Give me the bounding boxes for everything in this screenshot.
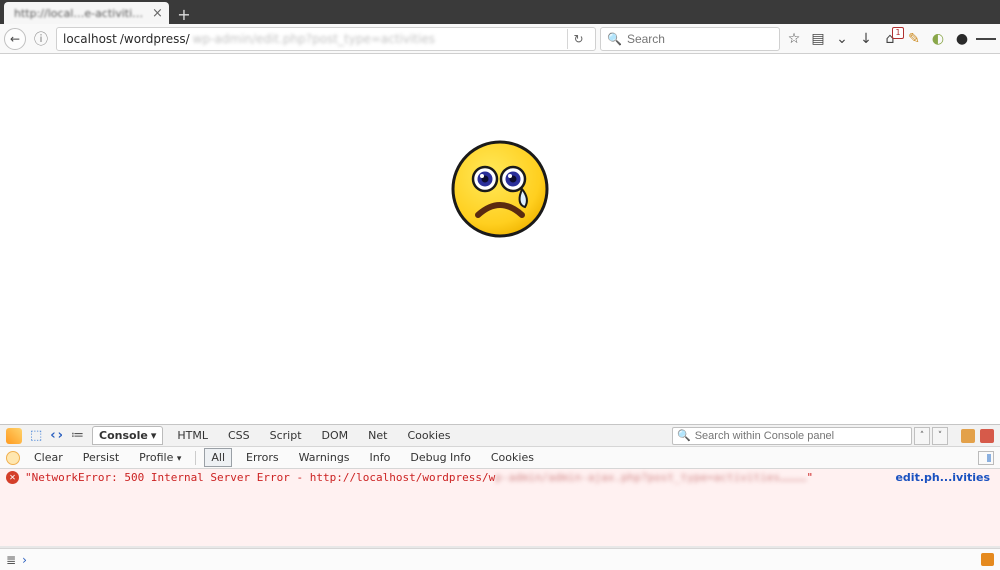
devtools-nav: ‹ › xyxy=(50,428,63,443)
url-rest: wp-admin/edit.php?post_type=activities xyxy=(193,32,435,46)
error-source-link[interactable]: edit.ph...ivities xyxy=(895,471,994,484)
break-on-error-icon[interactable] xyxy=(6,451,20,465)
new-tab-button[interactable]: + xyxy=(173,4,195,24)
page-icon[interactable]: ≣ xyxy=(6,553,16,567)
search-icon: 🔍 xyxy=(677,429,691,442)
browser-search-input[interactable] xyxy=(627,32,773,46)
btn-profile[interactable]: Profile ▾ xyxy=(133,449,187,466)
library-icon[interactable]: ▤ xyxy=(808,29,828,49)
page-content xyxy=(0,54,1000,424)
panel-tab-dom[interactable]: DOM xyxy=(316,427,355,444)
nav-bar: ← localhost /wordpress/ wp-admin/edit.ph… xyxy=(0,24,1000,54)
filter-debuginfo[interactable]: Debug Info xyxy=(404,449,477,466)
devtools-panel: ⬚ ‹ › ≔ Console ▾ HTML CSS Script DOM Ne… xyxy=(0,424,1000,546)
search-next-button[interactable]: ˅ xyxy=(932,427,948,445)
devtools-minimize-button[interactable] xyxy=(961,429,975,443)
panel-tab-html[interactable]: HTML xyxy=(171,427,214,444)
firebug-icon[interactable] xyxy=(6,428,22,444)
panel-tab-cookies[interactable]: Cookies xyxy=(401,427,456,444)
tab-strip: http://local…e-activities × + xyxy=(0,0,1000,24)
console-toolbar: Clear Persist Profile ▾ All Errors Warni… xyxy=(0,447,1000,469)
nav-back-icon[interactable]: ‹ xyxy=(50,428,55,443)
sad-face-icon xyxy=(450,139,550,239)
tab-title: http://local…e-activities xyxy=(14,7,144,20)
home-icon[interactable]: ⌂ xyxy=(880,29,900,49)
nav-forward-icon[interactable]: › xyxy=(58,428,63,443)
chevron-down-icon: ˅ xyxy=(938,431,943,441)
btn-persist[interactable]: Persist xyxy=(77,449,125,466)
filter-warnings[interactable]: Warnings xyxy=(293,449,356,466)
command-line-icon[interactable]: ≔ xyxy=(71,428,84,443)
console-command-input[interactable] xyxy=(33,553,975,566)
refresh-icon: ↻ xyxy=(573,32,583,46)
command-editor-icon[interactable] xyxy=(981,553,994,566)
chevron-up-icon: ˄ xyxy=(920,431,925,441)
url-host: localhost xyxy=(63,32,117,46)
filter-errors[interactable]: Errors xyxy=(240,449,285,466)
devtools-tab-row: ⬚ ‹ › ≔ Console ▾ HTML CSS Script DOM Ne… xyxy=(0,425,1000,447)
panel-tab-script[interactable]: Script xyxy=(264,427,308,444)
search-prev-button[interactable]: ˄ xyxy=(914,427,930,445)
extension-a-icon[interactable]: ✎ xyxy=(904,29,924,49)
btn-clear[interactable]: Clear xyxy=(28,449,69,466)
devtools-search-box[interactable]: 🔍 xyxy=(672,427,912,445)
url-bar[interactable]: localhost /wordpress/ wp-admin/edit.php?… xyxy=(56,27,596,51)
browser-tab[interactable]: http://local…e-activities × xyxy=(4,2,169,24)
extension-b-icon[interactable]: ◐ xyxy=(928,29,948,49)
console-input-bar: ≣ › xyxy=(0,548,1000,570)
bookmark-star-icon[interactable]: ☆ xyxy=(784,29,804,49)
prompt-icon: › xyxy=(22,553,27,567)
filter-cookies[interactable]: Cookies xyxy=(485,449,540,466)
devtools-search-input[interactable] xyxy=(695,430,907,442)
back-button[interactable]: ← xyxy=(4,28,26,50)
extension-c-icon[interactable]: ● xyxy=(952,29,972,49)
pocket-icon[interactable]: ⌄ xyxy=(832,29,852,49)
console-error-row[interactable]: ✕ "NetworkError: 500 Internal Server Err… xyxy=(0,469,1000,486)
downloads-icon[interactable]: ↓ xyxy=(856,29,876,49)
devtools-close-button[interactable] xyxy=(980,429,994,443)
side-panel-toggle-icon[interactable] xyxy=(978,451,994,465)
panel-tab-net[interactable]: Net xyxy=(362,427,393,444)
panel-tab-css[interactable]: CSS xyxy=(222,427,256,444)
close-tab-icon[interactable]: × xyxy=(152,6,163,21)
search-icon: 🔍 xyxy=(607,32,622,46)
inspector-icon[interactable]: ⬚ xyxy=(30,428,42,443)
site-info-button[interactable] xyxy=(30,28,52,50)
arrow-left-icon: ← xyxy=(10,32,20,46)
refresh-button[interactable]: ↻ xyxy=(567,29,589,49)
error-icon: ✕ xyxy=(6,471,19,484)
console-output: ✕ "NetworkError: 500 Internal Server Err… xyxy=(0,469,1000,546)
filter-all[interactable]: All xyxy=(204,448,232,467)
browser-search-bar[interactable]: 🔍 xyxy=(600,27,780,51)
dropdown-icon: ▾ xyxy=(177,454,182,464)
filter-info[interactable]: Info xyxy=(364,449,397,466)
url-path: /wordpress/ xyxy=(120,32,190,46)
menu-icon[interactable] xyxy=(976,29,996,49)
dropdown-icon: ▾ xyxy=(151,429,157,442)
panel-tab-console[interactable]: Console ▾ xyxy=(92,426,163,445)
error-message: "NetworkError: 500 Internal Server Error… xyxy=(25,471,813,484)
